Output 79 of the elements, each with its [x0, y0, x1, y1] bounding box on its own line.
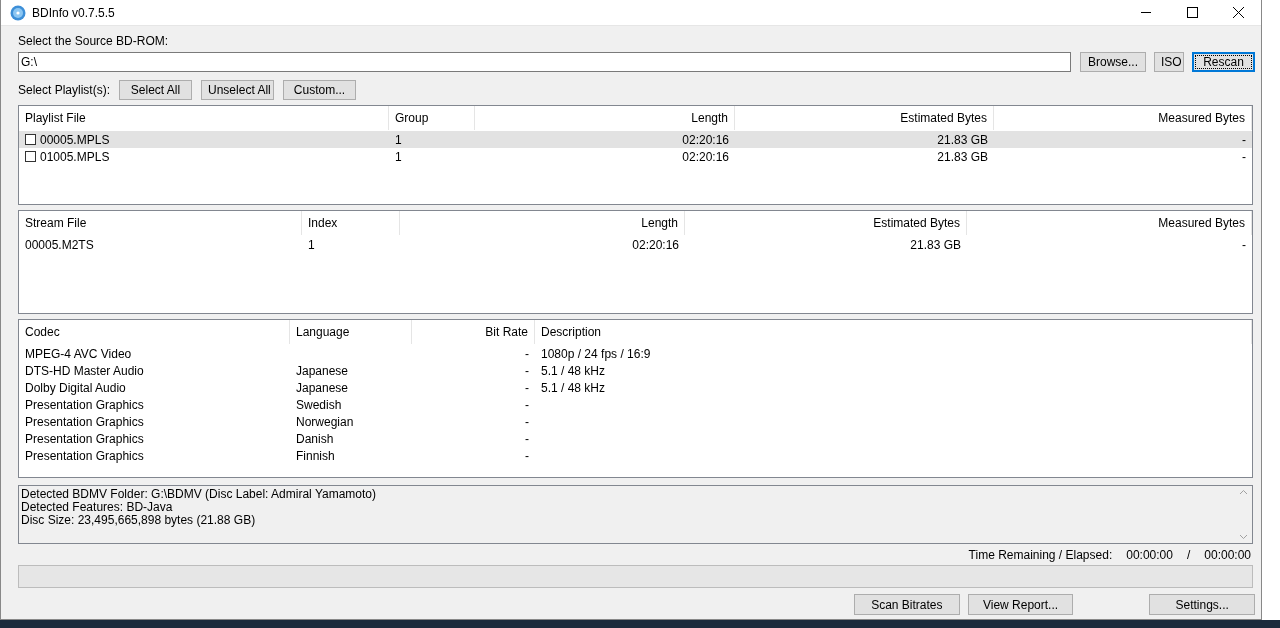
table-cell: - — [525, 431, 529, 446]
time-elapsed: 00:00:00 — [1204, 548, 1251, 562]
table-cell: 02:20:16 — [682, 132, 729, 147]
custom-button[interactable]: Custom... — [283, 80, 357, 100]
column-header[interactable]: Group — [389, 106, 475, 130]
rescan-button[interactable]: Rescan — [1192, 52, 1255, 72]
table-cell: 00005.M2TS — [25, 237, 94, 252]
column-header[interactable]: Stream File — [19, 211, 302, 235]
scroll-down-icon[interactable] — [1239, 534, 1248, 540]
log-line: Detected Features: BD-Java — [21, 501, 174, 514]
table-cell: - — [525, 397, 529, 412]
table-cell: 00005.MPLS — [40, 132, 110, 147]
table-cell: 01005.MPLS — [40, 149, 110, 164]
source-path-field[interactable]: G:\ — [18, 52, 1071, 72]
column-header[interactable]: Estimated Bytes — [735, 106, 994, 130]
table-cell: 5.1 / 48 kHz — [541, 363, 606, 378]
table-cell: - — [525, 414, 529, 429]
scroll-up-icon[interactable] — [1239, 489, 1248, 495]
time-label: Time Remaining / Elapsed: — [968, 548, 1113, 562]
table-cell: DTS-HD Master Audio — [25, 363, 144, 378]
table-cell: Norwegian — [296, 414, 354, 429]
table-cell: 02:20:16 — [682, 149, 729, 164]
table-cell: 1 — [308, 237, 315, 252]
table-cell: Presentation Graphics — [25, 431, 144, 446]
column-header[interactable]: Length — [400, 211, 685, 235]
table-cell: Presentation Graphics — [25, 397, 144, 412]
list-row[interactable]: 00005.MPLS 1 02:20:16 21.83 GB - — [19, 131, 1252, 148]
browse-button[interactable]: Browse... — [1080, 52, 1146, 72]
table-cell: - — [1242, 237, 1246, 252]
iso-button[interactable]: ISO — [1154, 52, 1184, 72]
unselect-all-button[interactable]: Unselect All — [201, 80, 275, 100]
table-cell: Swedish — [296, 397, 342, 412]
playlist-label: Select Playlist(s): — [18, 83, 111, 97]
disc-icon — [10, 4, 26, 21]
table-cell: 02:20:16 — [632, 237, 679, 252]
table-cell: MPEG-4 AVC Video — [25, 346, 132, 361]
table-cell: 1 — [395, 132, 402, 147]
column-header[interactable]: Measured Bytes — [994, 106, 1252, 130]
table-cell: 21.83 GB — [937, 149, 988, 164]
column-header[interactable]: Codec — [19, 320, 290, 344]
table-cell: Presentation Graphics — [25, 414, 144, 429]
table-cell: - — [525, 448, 529, 463]
column-header[interactable]: Bit Rate — [412, 320, 535, 344]
table-cell: Japanese — [296, 380, 349, 395]
column-header[interactable]: Index — [302, 211, 400, 235]
time-remaining: 00:00:00 — [1126, 548, 1173, 562]
log-line: Detected BDMV Folder: G:\BDMV (Disc Label: Admiral Yamamoto) — [21, 488, 377, 501]
table-cell: 1 — [395, 149, 402, 164]
column-header[interactable]: Estimated Bytes — [685, 211, 967, 235]
table-cell: 21.83 GB — [937, 132, 988, 147]
select-all-button[interactable]: Select All — [119, 80, 193, 100]
table-cell: Finnish — [296, 448, 335, 463]
table-cell: 21.83 GB — [910, 237, 961, 252]
list-row[interactable]: 01005.MPLS 1 02:20:16 21.83 GB - — [19, 148, 1252, 165]
table-cell: Dolby Digital Audio — [25, 380, 126, 395]
column-header[interactable]: Language — [290, 320, 412, 344]
table-cell: - — [1242, 132, 1246, 147]
table-cell: Japanese — [296, 363, 349, 378]
column-header[interactable]: Description — [535, 320, 1252, 344]
scan-bitrates-button[interactable]: Scan Bitrates — [854, 594, 960, 615]
table-cell: Danish — [296, 431, 334, 446]
window-title: BDInfo v0.7.5.5 — [32, 5, 115, 20]
checkbox[interactable] — [25, 151, 36, 162]
source-label: Select the Source BD-ROM: — [18, 34, 170, 48]
view-report-button[interactable]: View Report... — [967, 594, 1074, 615]
table-cell: - — [525, 346, 529, 361]
table-cell: 5.1 / 48 kHz — [541, 380, 606, 395]
table-cell: Presentation Graphics — [25, 448, 144, 463]
settings-button[interactable]: Settings... — [1149, 594, 1255, 615]
time-separator: / — [1186, 548, 1191, 562]
column-header[interactable]: Measured Bytes — [967, 211, 1252, 235]
column-header[interactable]: Playlist File — [19, 106, 389, 130]
table-cell: 1080p / 24 fps / 16:9 — [541, 346, 651, 361]
table-cell: - — [525, 380, 529, 395]
checkbox[interactable] — [25, 134, 36, 145]
log-line: Disc Size: 23,495,665,898 bytes (21.88 GB) — [21, 514, 257, 527]
table-cell: - — [525, 363, 529, 378]
table-cell: - — [1242, 149, 1246, 164]
column-header[interactable]: Length — [475, 106, 735, 130]
